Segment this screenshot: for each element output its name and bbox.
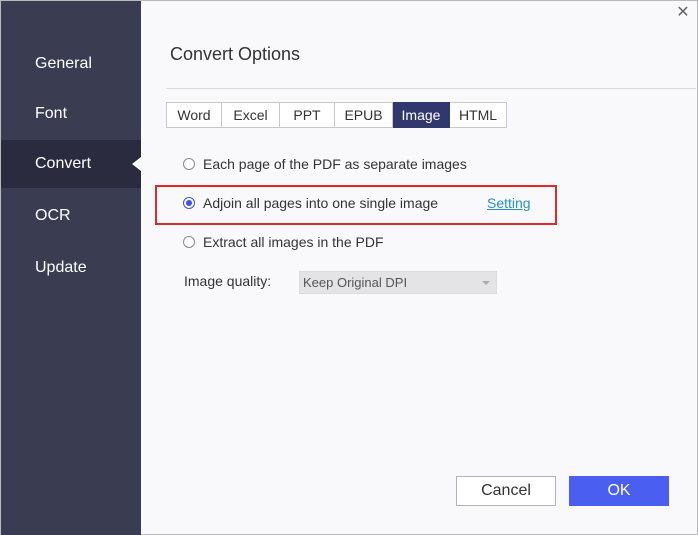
- cancel-button[interactable]: Cancel: [456, 476, 556, 506]
- radio-button[interactable]: [183, 236, 195, 248]
- tab-word[interactable]: Word: [166, 102, 222, 128]
- option-extract-images[interactable]: Extract all images in the PDF: [183, 232, 384, 252]
- sidebar-item-label: Font: [35, 105, 68, 122]
- close-icon[interactable]: ✕: [675, 5, 691, 21]
- option-adjoin-single-image[interactable]: Adjoin all pages into one single image: [183, 193, 438, 213]
- setting-link[interactable]: Setting: [487, 195, 531, 211]
- radio-button-checked[interactable]: [183, 197, 195, 209]
- ok-button[interactable]: OK: [569, 476, 669, 506]
- image-quality-value: Keep Original DPI: [303, 275, 408, 290]
- title-divider: [166, 88, 696, 89]
- radio-button[interactable]: [183, 158, 195, 170]
- sidebar-item-label: Convert: [35, 155, 92, 172]
- sidebar-item-label: OCR: [35, 207, 71, 224]
- option-label: Adjoin all pages into one single image: [203, 195, 439, 211]
- tab-epub[interactable]: EPUB: [335, 102, 393, 128]
- sidebar-item-convert[interactable]: Convert: [1, 140, 141, 188]
- sidebar-item-font[interactable]: Font: [1, 90, 141, 138]
- option-label: Extract all images in the PDF: [203, 234, 384, 250]
- sidebar-item-general[interactable]: General: [1, 40, 141, 88]
- page-title: Convert Options: [170, 44, 301, 64]
- tab-image[interactable]: Image: [393, 102, 450, 128]
- option-separate-images[interactable]: Each page of the PDF as separate images: [183, 154, 467, 174]
- tab-html[interactable]: HTML: [450, 102, 507, 128]
- sidebar-item-update[interactable]: Update: [1, 244, 141, 292]
- option-label: Each page of the PDF as separate images: [203, 156, 467, 172]
- sidebar-item-label: General: [35, 55, 92, 72]
- sidebar-item-label: Update: [35, 259, 87, 276]
- tab-ppt[interactable]: PPT: [280, 102, 335, 128]
- image-quality-select[interactable]: Keep Original DPI: [299, 271, 497, 294]
- chevron-down-icon: [482, 281, 490, 285]
- sidebar: General Font Convert OCR Update: [1, 1, 141, 535]
- sidebar-item-ocr[interactable]: OCR: [1, 192, 141, 240]
- convert-options-dialog: General Font Convert OCR Update ✕ Conver…: [0, 0, 698, 535]
- tab-excel[interactable]: Excel: [222, 102, 280, 128]
- format-tabs: Word Excel PPT EPUB Image HTML: [166, 102, 507, 128]
- image-quality-label: Image quality:: [184, 273, 272, 289]
